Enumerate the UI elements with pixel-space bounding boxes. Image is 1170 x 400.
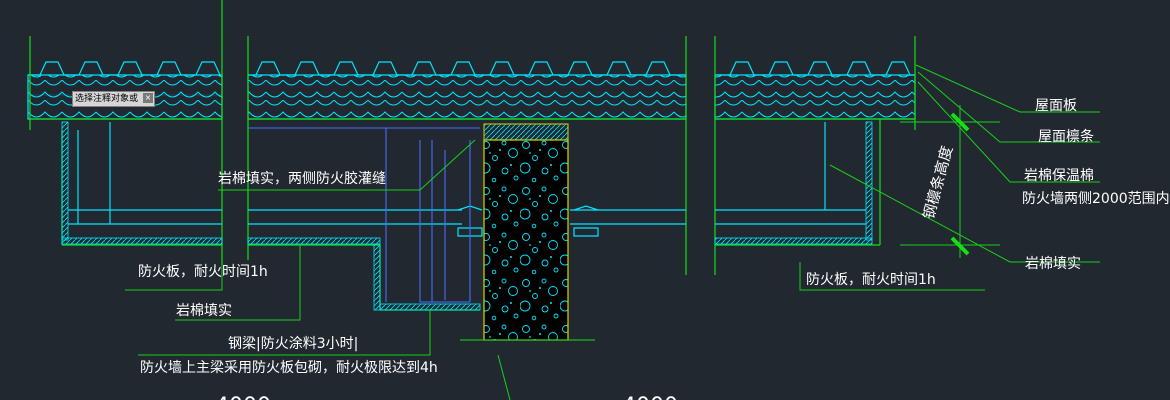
steel-beam xyxy=(248,127,480,303)
label-roof-purlin: 屋面檩条 xyxy=(1038,128,1094,145)
cad-drawing-viewport[interactable]: 屋面板 屋面檩条 岩棉保温棉 防火墙两侧2000范围内 岩棉填实 钢檩条高度 岩… xyxy=(0,0,1170,400)
label-fireboard-right: 防火板，耐火时间1h xyxy=(806,272,936,288)
label-firewall-range: 防火墙两侧2000范围内 xyxy=(1022,190,1170,207)
roof-panel xyxy=(28,61,915,76)
label-rock-wool-insulation: 岩棉保温棉 xyxy=(1024,167,1094,184)
label-main-beam-note: 防火墙上主梁采用防火板包砌，耐火极限达到4h xyxy=(140,360,438,376)
insulation-layer xyxy=(27,74,916,120)
roof-panel-profile-middle xyxy=(248,61,686,76)
label-purlin-height: 钢檩条高度 xyxy=(919,144,956,221)
label-rock-wool-fill-right: 岩棉填实 xyxy=(1025,255,1081,272)
roof-panel-profile-right xyxy=(715,61,915,76)
label-fireboard-left: 防火板，耐火时间1h xyxy=(138,264,268,280)
label-roof-panel: 屋面板 xyxy=(1035,98,1077,114)
dimension-right: 4000 xyxy=(622,394,678,400)
roof-panel-profile-left xyxy=(28,61,222,76)
command-tooltip: 选择注释对象或 × xyxy=(72,91,156,107)
label-rock-wool-fill-left: 岩棉填实 xyxy=(176,302,232,319)
label-steel-beam-coating: 钢梁|防火涂料3小时| xyxy=(228,336,358,352)
command-tooltip-text: 选择注释对象或 xyxy=(75,94,139,104)
tooltip-close-icon[interactable]: × xyxy=(143,93,154,103)
purlins xyxy=(68,122,866,237)
label-rock-wool-fill-glue: 岩棉填实，两侧防火胶灌缝 xyxy=(218,170,386,187)
fireboard-casing xyxy=(61,121,873,311)
firewall-roof-section-drawing[interactable]: 屋面板 屋面檩条 岩棉保温棉 防火墙两侧2000范围内 岩棉填实 钢檩条高度 岩… xyxy=(0,0,1170,400)
dimension-left: 4000 xyxy=(215,394,271,400)
